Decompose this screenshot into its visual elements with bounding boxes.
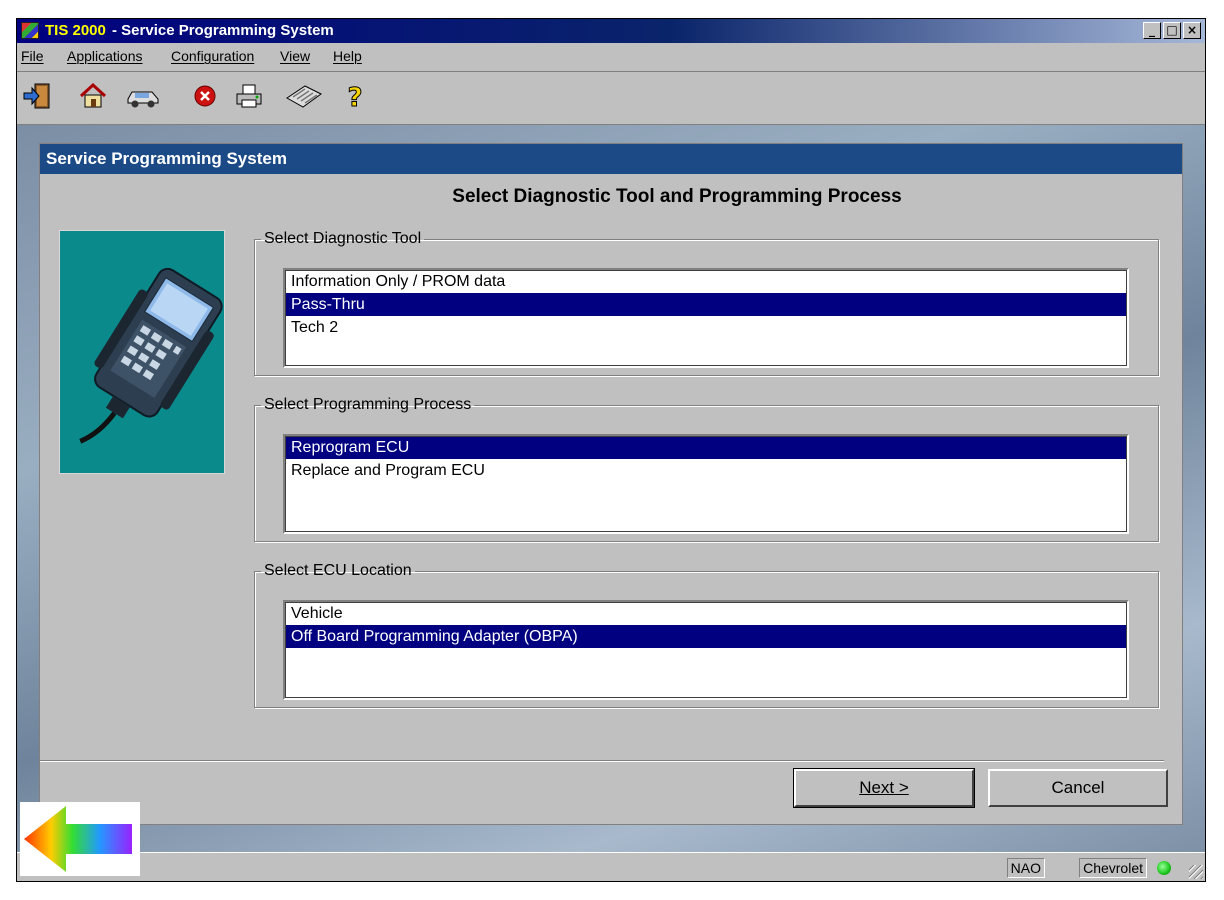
help-icon[interactable]: ? xyxy=(339,82,371,114)
list-item-selected[interactable]: Off Board Programming Adapter (OBPA) xyxy=(286,625,1126,648)
home-icon[interactable] xyxy=(77,82,109,112)
menu-file[interactable]: File xyxy=(21,48,44,64)
maximize-button[interactable]: □ xyxy=(1163,22,1181,39)
connection-status-icon xyxy=(1157,861,1171,875)
title-text: - Service Programming System xyxy=(112,22,334,39)
region-status: NAO xyxy=(1006,858,1045,878)
ecu-location-listbox[interactable]: Vehicle Off Board Programming Adapter (O… xyxy=(283,600,1129,700)
next-button[interactable]: Next > xyxy=(793,768,975,808)
list-item-selected[interactable]: Reprogram ECU xyxy=(286,436,1126,459)
programming-process-legend: Select Programming Process xyxy=(264,396,472,413)
svg-text:?: ? xyxy=(347,83,362,110)
menu-applications[interactable]: Applications xyxy=(67,48,143,64)
next-button-label: Next > xyxy=(859,778,909,797)
app-window: TIS 2000 - Service Programming System _ … xyxy=(16,18,1206,882)
minimize-button[interactable]: _ xyxy=(1143,22,1161,39)
sps-panel: Service Programming System Select Diagno… xyxy=(39,143,1183,825)
panel-title: Service Programming System xyxy=(40,144,1182,174)
list-item-selected[interactable]: Pass-Thru xyxy=(286,293,1126,316)
close-button[interactable]: × xyxy=(1183,22,1201,39)
list-item[interactable]: Replace and Program ECU xyxy=(286,459,1126,482)
ecu-location-legend: Select ECU Location xyxy=(264,562,412,579)
diagnostic-tool-listbox[interactable]: Information Only / PROM data Pass-Thru T… xyxy=(283,268,1129,368)
list-item[interactable]: Tech 2 xyxy=(286,316,1126,339)
toolbar: ? xyxy=(17,71,1205,125)
make-status: Chevrolet xyxy=(1079,858,1147,878)
diagnostic-tool-group: Select Diagnostic Tool Information Only … xyxy=(254,230,1159,376)
menu-view[interactable]: View xyxy=(280,48,310,64)
status-bar: NAO Chevrolet xyxy=(17,852,1205,881)
tech2-device-image xyxy=(59,230,225,474)
diagnostic-tool-legend: Select Diagnostic Tool xyxy=(264,230,422,247)
programming-process-group: Select Programming Process Reprogram ECU… xyxy=(254,396,1159,542)
ecu-location-group: Select ECU Location Vehicle Off Board Pr… xyxy=(254,562,1159,708)
vehicle-icon[interactable] xyxy=(125,82,159,112)
menu-configuration[interactable]: Configuration xyxy=(171,48,254,64)
exit-icon[interactable] xyxy=(21,82,53,112)
print-icon[interactable] xyxy=(233,82,265,112)
menu-help[interactable]: Help xyxy=(333,48,362,64)
list-item[interactable]: Vehicle xyxy=(286,602,1126,625)
button-separator xyxy=(40,760,1164,762)
cancel-button[interactable]: Cancel xyxy=(988,769,1168,807)
list-item[interactable]: Information Only / PROM data xyxy=(286,270,1126,293)
menu-bar: File Applications Configuration View Hel… xyxy=(17,45,1205,67)
page-heading: Select Diagnostic Tool and Programming P… xyxy=(452,186,902,207)
resize-grip-icon[interactable] xyxy=(1189,865,1203,879)
programming-process-listbox[interactable]: Reprogram ECU Replace and Program ECU xyxy=(283,434,1129,534)
stop-icon[interactable] xyxy=(189,82,221,112)
app-icon[interactable] xyxy=(21,22,39,39)
back-arrow-icon[interactable] xyxy=(20,802,140,876)
cancel-button-label: Cancel xyxy=(1051,778,1105,797)
keyboard-icon[interactable] xyxy=(285,82,322,112)
desktop-background: Service Programming System Select Diagno… xyxy=(17,125,1205,855)
title-bar[interactable]: TIS 2000 - Service Programming System _ … xyxy=(17,19,1205,43)
title-app-name: TIS 2000 xyxy=(45,22,106,39)
